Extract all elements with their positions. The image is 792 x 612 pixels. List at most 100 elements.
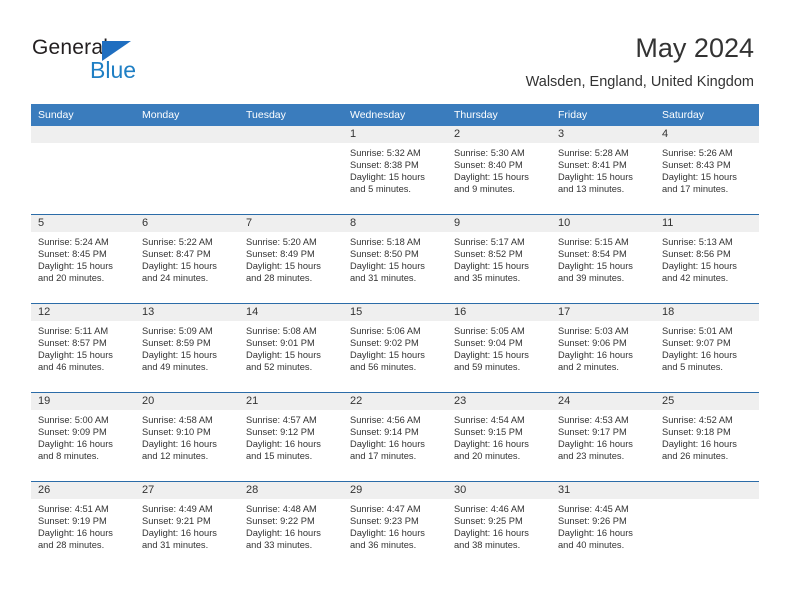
calendar-day-cell[interactable]: 31 Sunrise: 4:45 AM Sunset: 9:26 PM Dayligh… <box>551 481 655 570</box>
calendar-day-cell[interactable]: 30 Sunrise: 4:46 AM Sunset: 9:25 PM Dayligh… <box>447 481 551 570</box>
calendar-day-cell[interactable]: 15 Sunrise: 5:06 AM Sunset: 9:02 PM Dayligh… <box>343 303 447 393</box>
daylight-text-line1: Daylight: 15 hours <box>454 350 529 361</box>
calendar-body: 1 Sunrise: 5:32 AM Sunset: 8:38 PM Daylight… <box>31 126 759 570</box>
day-details: Sunrise: 4:57 AM Sunset: 9:12 PM Daylight:… <box>239 410 343 462</box>
calendar-day-cell[interactable]: 29 Sunrise: 4:47 AM Sunset: 9:23 PM Dayligh… <box>343 481 447 570</box>
daylight-text-line2: and 17 minutes. <box>350 451 417 462</box>
sunset-text: Sunset: 8:45 PM <box>38 249 107 260</box>
sunset-text: Sunset: 8:56 PM <box>662 249 731 260</box>
daylight-text-line2: and 28 minutes. <box>246 273 313 284</box>
daylight-text-line2: and 56 minutes. <box>350 362 417 373</box>
daylight-text-line2: and 24 minutes. <box>142 273 209 284</box>
sunrise-text: Sunrise: 5:01 AM <box>662 326 733 336</box>
sunrise-text: Sunrise: 5:06 AM <box>350 326 421 336</box>
day-details: Sunrise: 5:24 AM Sunset: 8:45 PM Daylight:… <box>31 232 135 284</box>
day-details: Sunrise: 5:17 AM Sunset: 8:52 PM Daylight:… <box>447 232 551 284</box>
calendar-day-cell[interactable]: 5 Sunrise: 5:24 AM Sunset: 8:45 PM Daylight… <box>31 214 135 304</box>
calendar-day-cell[interactable]: 3 Sunrise: 5:28 AM Sunset: 8:41 PM Daylight… <box>551 126 655 215</box>
sunrise-text: Sunrise: 5:11 AM <box>38 326 109 336</box>
calendar-day-cell[interactable]: 21 Sunrise: 4:57 AM Sunset: 9:12 PM Dayligh… <box>239 392 343 482</box>
calendar-day-cell[interactable]: 25 Sunrise: 4:52 AM Sunset: 9:18 PM Dayligh… <box>655 392 759 482</box>
calendar-day-cell-empty <box>135 126 239 215</box>
daylight-text-line2: and 46 minutes. <box>38 362 105 373</box>
calendar-day-cell[interactable]: 22 Sunrise: 4:56 AM Sunset: 9:14 PM Dayligh… <box>343 392 447 482</box>
day-number: 19 <box>31 393 135 410</box>
daylight-text-line2: and 5 minutes. <box>662 362 723 373</box>
sunset-text: Sunset: 8:59 PM <box>142 338 211 349</box>
daylight-text-line2: and 26 minutes. <box>662 451 729 462</box>
day-number: 8 <box>343 215 447 232</box>
sunset-text: Sunset: 9:18 PM <box>662 427 731 438</box>
calendar-day-cell[interactable]: 11 Sunrise: 5:13 AM Sunset: 8:56 PM Dayligh… <box>655 214 759 304</box>
sunset-text: Sunset: 9:09 PM <box>38 427 107 438</box>
calendar-day-cell[interactable]: 26 Sunrise: 4:51 AM Sunset: 9:19 PM Dayligh… <box>31 481 135 570</box>
daylight-text-line2: and 39 minutes. <box>558 273 625 284</box>
daylight-text-line1: Daylight: 16 hours <box>454 528 529 539</box>
calendar-day-cell[interactable]: 28 Sunrise: 4:48 AM Sunset: 9:22 PM Dayligh… <box>239 481 343 570</box>
sunrise-text: Sunrise: 5:30 AM <box>454 148 525 158</box>
daylight-text-line2: and 52 minutes. <box>246 362 313 373</box>
daylight-text-line1: Daylight: 15 hours <box>662 261 737 272</box>
daylight-text-line2: and 23 minutes. <box>558 451 625 462</box>
sunset-text: Sunset: 9:26 PM <box>558 516 627 527</box>
calendar-day-cell[interactable]: 1 Sunrise: 5:32 AM Sunset: 8:38 PM Daylight… <box>343 126 447 215</box>
sunrise-text: Sunrise: 4:52 AM <box>662 415 733 425</box>
day-details: Sunrise: 4:51 AM Sunset: 9:19 PM Daylight:… <box>31 499 135 551</box>
sunset-text: Sunset: 9:04 PM <box>454 338 523 349</box>
calendar-day-cell[interactable]: 17 Sunrise: 5:03 AM Sunset: 9:06 PM Dayligh… <box>551 303 655 393</box>
sunset-text: Sunset: 9:06 PM <box>558 338 627 349</box>
calendar-day-cell[interactable]: 4 Sunrise: 5:26 AM Sunset: 8:43 PM Daylight… <box>655 126 759 215</box>
daylight-text-line1: Daylight: 15 hours <box>454 172 529 183</box>
day-details: Sunrise: 5:05 AM Sunset: 9:04 PM Daylight:… <box>447 321 551 373</box>
daylight-text-line1: Daylight: 16 hours <box>38 528 113 539</box>
daylight-text-line1: Daylight: 15 hours <box>558 172 633 183</box>
daylight-text-line2: and 31 minutes. <box>142 540 209 551</box>
daylight-text-line1: Daylight: 16 hours <box>662 439 737 450</box>
daylight-text-line1: Daylight: 16 hours <box>558 528 633 539</box>
calendar-day-cell[interactable]: 10 Sunrise: 5:15 AM Sunset: 8:54 PM Dayligh… <box>551 214 655 304</box>
day-number: 30 <box>447 482 551 499</box>
day-details: Sunrise: 5:26 AM Sunset: 8:43 PM Daylight:… <box>655 143 759 195</box>
sunrise-text: Sunrise: 4:46 AM <box>454 504 525 514</box>
title-block: May 2024 Walsden, England, United Kingdo… <box>526 32 754 92</box>
calendar-day-cell[interactable]: 13 Sunrise: 5:09 AM Sunset: 8:59 PM Dayligh… <box>135 303 239 393</box>
day-number: 31 <box>551 482 655 499</box>
sunset-text: Sunset: 9:15 PM <box>454 427 523 438</box>
sunset-text: Sunset: 8:41 PM <box>558 160 627 171</box>
calendar-day-cell[interactable]: 18 Sunrise: 5:01 AM Sunset: 9:07 PM Dayligh… <box>655 303 759 393</box>
sunset-text: Sunset: 8:47 PM <box>142 249 211 260</box>
sunrise-text: Sunrise: 5:05 AM <box>454 326 525 336</box>
day-number <box>135 126 239 143</box>
daylight-text-line1: Daylight: 16 hours <box>246 528 321 539</box>
daylight-text-line1: Daylight: 15 hours <box>246 261 321 272</box>
calendar-day-cell[interactable]: 6 Sunrise: 5:22 AM Sunset: 8:47 PM Daylight… <box>135 214 239 304</box>
page-title: May 2024 <box>635 33 754 63</box>
calendar-day-cell[interactable]: 7 Sunrise: 5:20 AM Sunset: 8:49 PM Daylight… <box>239 214 343 304</box>
day-details: Sunrise: 5:11 AM Sunset: 8:57 PM Daylight:… <box>31 321 135 373</box>
day-details: Sunrise: 5:00 AM Sunset: 9:09 PM Daylight:… <box>31 410 135 462</box>
calendar-day-cell[interactable]: 27 Sunrise: 4:49 AM Sunset: 9:21 PM Dayligh… <box>135 481 239 570</box>
calendar-table: Sunday Monday Tuesday Wednesday Thursday Frid… <box>31 104 759 570</box>
day-details: Sunrise: 5:15 AM Sunset: 8:54 PM Daylight:… <box>551 232 655 284</box>
daylight-text-line2: and 38 minutes. <box>454 540 521 551</box>
calendar-day-cell[interactable]: 2 Sunrise: 5:30 AM Sunset: 8:40 PM Daylight… <box>447 126 551 215</box>
day-details: Sunrise: 5:08 AM Sunset: 9:01 PM Daylight:… <box>239 321 343 373</box>
daylight-text-line2: and 35 minutes. <box>454 273 521 284</box>
sunrise-text: Sunrise: 5:17 AM <box>454 237 525 247</box>
weekday-header-sunday: Sunday <box>31 104 135 126</box>
calendar-day-cell[interactable]: 23 Sunrise: 4:54 AM Sunset: 9:15 PM Dayligh… <box>447 392 551 482</box>
calendar-day-cell[interactable]: 14 Sunrise: 5:08 AM Sunset: 9:01 PM Dayligh… <box>239 303 343 393</box>
calendar-day-cell-empty <box>655 481 759 570</box>
calendar-day-cell[interactable]: 12 Sunrise: 5:11 AM Sunset: 8:57 PM Dayligh… <box>31 303 135 393</box>
day-details: Sunrise: 5:30 AM Sunset: 8:40 PM Daylight:… <box>447 143 551 195</box>
calendar-day-cell[interactable]: 19 Sunrise: 5:00 AM Sunset: 9:09 PM Dayligh… <box>31 392 135 482</box>
calendar-day-cell[interactable]: 24 Sunrise: 4:53 AM Sunset: 9:17 PM Dayligh… <box>551 392 655 482</box>
calendar-day-cell[interactable]: 9 Sunrise: 5:17 AM Sunset: 8:52 PM Daylight… <box>447 214 551 304</box>
calendar-day-cell[interactable]: 16 Sunrise: 5:05 AM Sunset: 9:04 PM Dayligh… <box>447 303 551 393</box>
calendar-day-cell[interactable]: 8 Sunrise: 5:18 AM Sunset: 8:50 PM Daylight… <box>343 214 447 304</box>
day-number: 6 <box>135 215 239 232</box>
daylight-text-line1: Daylight: 15 hours <box>350 350 425 361</box>
day-details: Sunrise: 4:47 AM Sunset: 9:23 PM Daylight:… <box>343 499 447 551</box>
sunrise-text: Sunrise: 4:48 AM <box>246 504 317 514</box>
calendar-day-cell[interactable]: 20 Sunrise: 4:58 AM Sunset: 9:10 PM Dayligh… <box>135 392 239 482</box>
